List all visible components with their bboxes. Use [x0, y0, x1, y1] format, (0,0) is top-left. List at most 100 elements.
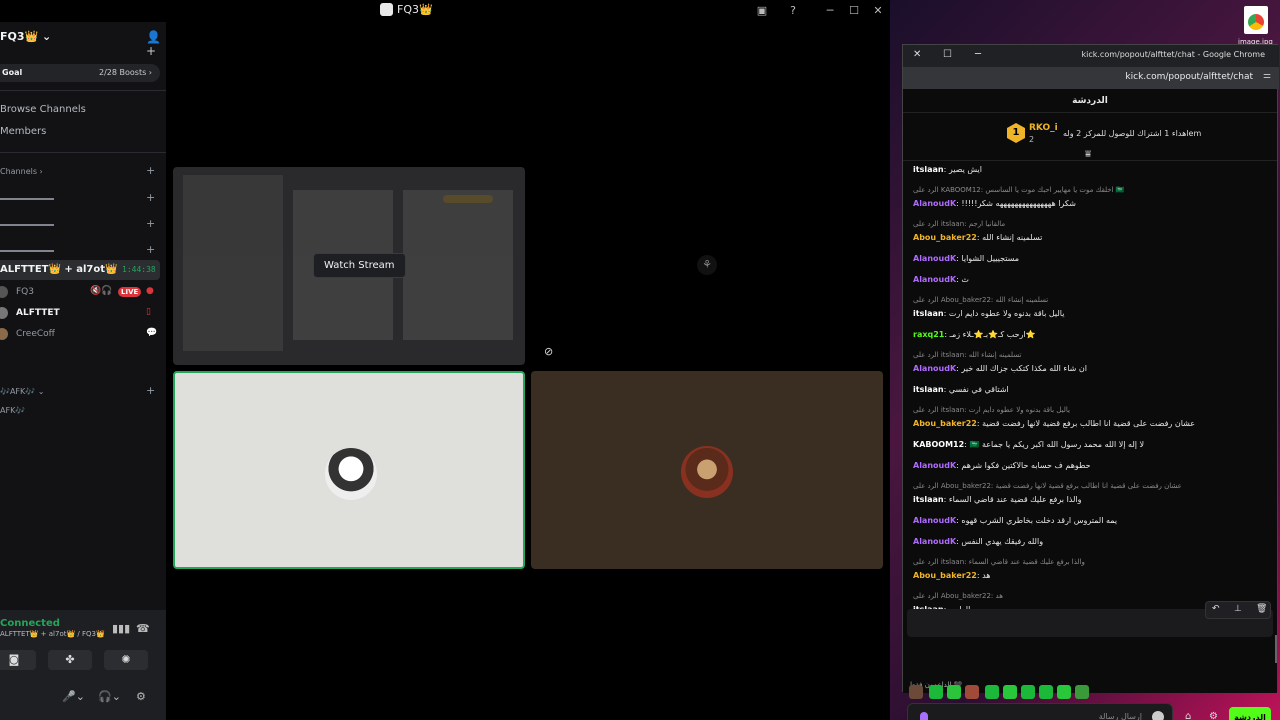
chat-message[interactable]: itslaan: ياليل باقة بدنوه ولا عطوه دايم …: [913, 309, 1269, 318]
reply-icon[interactable]: ↶: [1212, 604, 1220, 614]
chat-message[interactable]: itslaan: اشتاقي في نفسي: [913, 385, 1269, 394]
emote[interactable]: [909, 685, 923, 699]
inbox-icon[interactable]: ▣: [755, 4, 769, 18]
maximize-icon[interactable]: ☐: [943, 49, 952, 60]
emote[interactable]: [1057, 685, 1071, 699]
voice-user-fq3[interactable]: FQ3: [16, 287, 34, 297]
channel-placeholder[interactable]: [0, 250, 54, 252]
reply-context[interactable]: الرد على Abou_baker22: عشان رفضت على قضي…: [913, 482, 1269, 490]
chat-username[interactable]: AlanoudK: [913, 254, 956, 263]
chrome-file-icon[interactable]: [1244, 6, 1268, 34]
emote[interactable]: [947, 685, 961, 699]
address-bar[interactable]: kick.com/popout/alfttet/chat ⚌: [903, 67, 1279, 89]
watch-stream-button[interactable]: Watch Stream: [313, 253, 406, 278]
user-tile-speaking[interactable]: [173, 371, 525, 569]
chat-username[interactable]: Abou_baker22: [913, 233, 977, 242]
microphone-icon[interactable]: [920, 712, 928, 720]
close-icon[interactable]: ✕: [871, 4, 885, 18]
voice-connected-channel[interactable]: ALFTTET👑 + al7ot👑 / FQ3👑: [0, 630, 105, 638]
emote[interactable]: [965, 685, 979, 699]
headphones-icon[interactable]: 🎧⌄: [98, 690, 121, 703]
microphone-icon[interactable]: 🎤⌄: [62, 690, 85, 703]
chat-input[interactable]: إرسال رسالة: [907, 703, 1173, 720]
emote[interactable]: [1021, 685, 1035, 699]
chat-message[interactable]: AlanoudK: يمه المتروس ارقد دخلت بخاطري ا…: [913, 516, 1269, 525]
chat-message[interactable]: KABOOM12: 🇸🇦 لا إله إلا الله محمد رسول ا…: [913, 440, 1269, 449]
activities-button[interactable]: ✤: [48, 650, 92, 670]
user-tile[interactable]: [531, 371, 883, 569]
chat-message[interactable]: Abou_baker22: تسلمينه إنشاء الله: [913, 233, 1269, 242]
afk-category[interactable]: 🎶AFK🎶 ⌄: [0, 387, 45, 396]
chat-message[interactable]: itslaan: ايش يصير: [913, 165, 1269, 174]
settings-icon[interactable]: ⚙: [136, 690, 146, 703]
chat-username[interactable]: raxq21: [913, 330, 944, 339]
chat-message[interactable]: Abou_baker22: هد: [913, 571, 1269, 580]
camera-button[interactable]: ◙: [0, 650, 36, 670]
chat-username[interactable]: AlanoudK: [913, 461, 956, 470]
emote[interactable]: [1075, 685, 1089, 699]
scrollbar[interactable]: [1275, 635, 1277, 663]
chat-message[interactable]: AlanoudK: ان شاء الله مكذا كتكب جزاك الل…: [913, 364, 1269, 373]
noise-suppression-icon[interactable]: ▮▮▮: [112, 622, 130, 635]
store-icon[interactable]: ⌂: [1185, 711, 1191, 720]
invite-people-icon[interactable]: 👤+: [146, 30, 166, 58]
chat-username[interactable]: AlanoudK: [913, 199, 956, 208]
emoji-icon[interactable]: [1152, 711, 1164, 720]
voice-channel-name[interactable]: ALFTTET👑 + al7ot👑: [0, 264, 118, 275]
chat-message[interactable]: itslaan: والذا برفع عليك قضية عند قاضي ا…: [913, 495, 1269, 504]
settings-icon[interactable]: ⚙: [1209, 711, 1218, 720]
disconnect-icon[interactable]: ☎: [136, 622, 150, 635]
emote[interactable]: [985, 685, 999, 699]
add-channel-icon[interactable]: +: [146, 243, 155, 256]
emote[interactable]: [929, 685, 943, 699]
boost-goal-bar[interactable]: Goal 2/28 Boosts ›: [0, 64, 160, 82]
channel-placeholder[interactable]: [0, 224, 54, 226]
voice-user-alfttet[interactable]: ALFTTET: [16, 308, 60, 318]
chat-username[interactable]: Abou_baker22: [913, 419, 977, 428]
chat-message[interactable]: AlanoudK: والله رفيقك يهدي النفس: [913, 537, 1269, 546]
send-button[interactable]: الدردشة: [1229, 707, 1271, 720]
reply-context[interactable]: الرد على Abou_baker22: تسلمينه إنشاء الل…: [913, 296, 1269, 304]
chat-message[interactable]: raxq21: ارحب كـ⭐بـ⭐ـلاء زمـ⭐: [913, 330, 1269, 339]
add-channel-icon[interactable]: +: [146, 164, 155, 177]
pin-icon[interactable]: ⊥: [1234, 604, 1242, 614]
reply-context[interactable]: الرد على itslaan: والذا برفع عليك قضية ع…: [913, 558, 1269, 566]
minimize-icon[interactable]: ─: [975, 49, 981, 60]
members-link[interactable]: Members: [0, 126, 46, 137]
chat-username[interactable]: AlanoudK: [913, 516, 956, 525]
chat-message[interactable]: AlanoudK: ث: [913, 275, 1269, 284]
soundboard-button[interactable]: ✺: [104, 650, 148, 670]
help-icon[interactable]: ?: [786, 4, 800, 18]
chat-message[interactable]: AlanoudK: !!!!!شكرا هههههههههههههههه شكر: [913, 199, 1269, 208]
gifter-name[interactable]: RKO_i: [1029, 123, 1058, 133]
emote[interactable]: [1039, 685, 1053, 699]
afk-channel[interactable]: AFK🎶: [0, 406, 25, 415]
chat-username[interactable]: itslaan: [913, 165, 944, 174]
reply-context[interactable]: الرد على KABOOM12: اخلقك موت يا مهايير ا…: [913, 186, 1269, 194]
chat-username[interactable]: itslaan: [913, 495, 944, 504]
server-name[interactable]: FQ3👑 ⌄: [0, 30, 51, 43]
channel-placeholder[interactable]: [0, 198, 54, 200]
chat-username[interactable]: itslaan: [913, 309, 944, 318]
chat-message[interactable]: AlanoudK: حطوهم ف حسابه حالاكتين فكوا شر…: [913, 461, 1269, 470]
delete-icon[interactable]: 🗑: [1256, 604, 1267, 614]
chat-username[interactable]: AlanoudK: [913, 275, 956, 284]
voice-user-creecoff[interactable]: CreeCoff: [16, 329, 55, 339]
chat-username[interactable]: KABOOM12: [913, 440, 964, 449]
top-gifter-banner[interactable]: 1 RKO_i 2 اهداء 1 اشتراك للوصول للمركز 2…: [903, 115, 1277, 161]
reply-context[interactable]: الرد على itslaan: مالقانيا ارجم: [913, 220, 1269, 228]
add-channel-icon[interactable]: +: [146, 384, 155, 397]
url-text[interactable]: kick.com/popout/alfttet/chat: [1125, 72, 1253, 82]
minimize-icon[interactable]: ─: [823, 4, 837, 18]
filter-icon[interactable]: ⩸: [1085, 149, 1091, 160]
add-channel-icon[interactable]: +: [146, 217, 155, 230]
user-tile-dark[interactable]: ⚘: [531, 167, 883, 365]
chat-username[interactable]: AlanoudK: [913, 364, 956, 373]
reply-context[interactable]: الرد على itslaan: ياليل باقة بدنوه ولا ع…: [913, 406, 1269, 414]
emote[interactable]: [1003, 685, 1017, 699]
chat-username[interactable]: itslaan: [913, 385, 944, 394]
category-channels[interactable]: Channels ›: [0, 167, 43, 176]
close-icon[interactable]: ✕: [913, 49, 921, 60]
chat-username[interactable]: AlanoudK: [913, 537, 956, 546]
reply-context[interactable]: الرد على itslaan: تسلمينه إنشاء الله: [913, 351, 1269, 359]
